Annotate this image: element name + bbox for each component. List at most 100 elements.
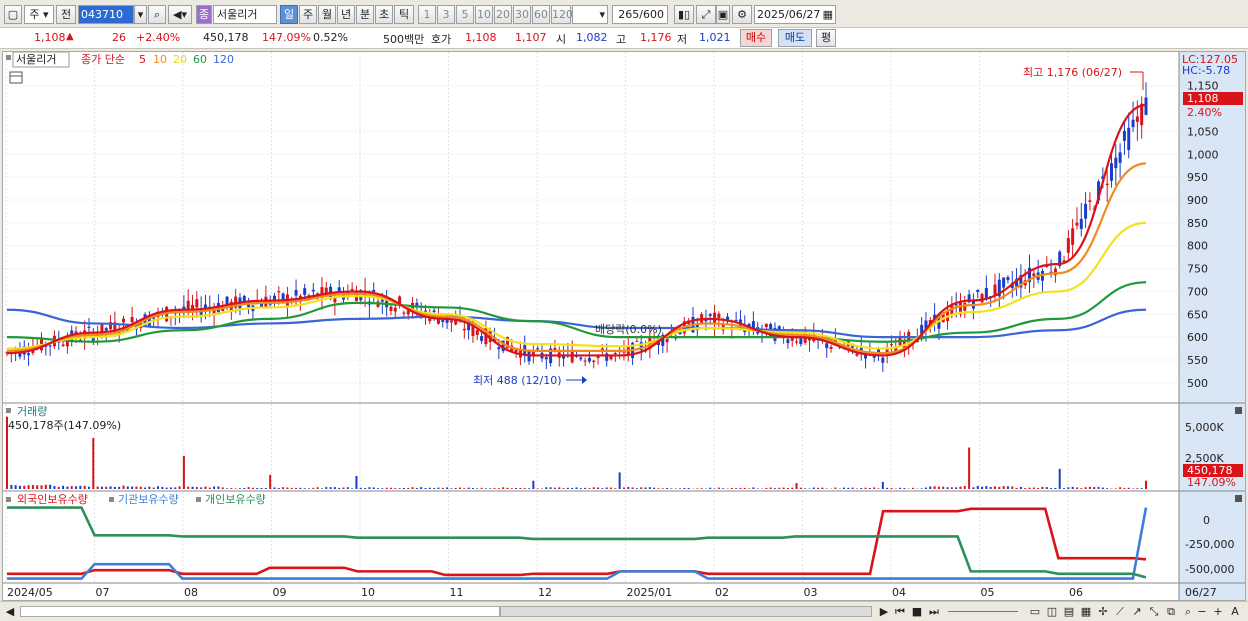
stop-icon[interactable]: ■ — [910, 604, 924, 619]
volume-bar — [834, 487, 837, 489]
scroll-left-icon[interactable]: ◀ — [4, 604, 16, 619]
candle-type-icon[interactable]: ▮▯ — [674, 5, 694, 24]
volume-bar — [463, 488, 466, 489]
volume-bar — [998, 486, 1001, 489]
volume-bar — [230, 488, 233, 489]
tab-year[interactable]: 년 — [337, 5, 355, 24]
tab-day[interactable]: 일 — [280, 5, 298, 24]
grid-icon[interactable]: ▦ — [1079, 604, 1093, 619]
interval-3[interactable]: 3 — [437, 5, 455, 24]
interval-1[interactable]: 1 — [418, 5, 436, 24]
hc-label: HC:-5.78 — [1182, 64, 1230, 77]
volume-bar — [743, 487, 746, 489]
speaker-icon[interactable]: ◀▾ — [168, 5, 192, 24]
legend-institution: 기관보유수량 — [118, 493, 179, 506]
volume-bar — [622, 487, 625, 489]
table-toggle-icon[interactable] — [9, 71, 23, 84]
date-field[interactable]: 2025/06/27 ▦ — [754, 5, 836, 24]
chart-area[interactable]: 1,150 1,050 1,000 950 900 850 800 750 700 650 600 5… — [2, 51, 1246, 601]
calendar-icon[interactable]: ▦ — [823, 6, 833, 23]
hold-tick-500k: -500,000 — [1185, 563, 1234, 576]
volume-bar — [631, 487, 634, 489]
x-axis-label: 11 — [450, 586, 464, 599]
volume-bar — [1123, 488, 1126, 489]
zoom-out-icon[interactable]: − — [1196, 604, 1208, 619]
legend-individual: 개인보유수량 — [205, 493, 266, 506]
stock-code-input[interactable]: 043710 — [78, 5, 134, 24]
interval-custom-select[interactable]: ▾ — [572, 5, 608, 24]
text-icon[interactable]: A — [1228, 604, 1242, 619]
tab-tick[interactable]: 틱 — [394, 5, 414, 24]
quote-info-bar: 1,108 ▲ 26 +2.40% 450,178 147.09% 0.52% … — [0, 28, 1248, 49]
forward-icon[interactable]: ⏭ — [927, 604, 941, 619]
legend-ma10: 10 — [153, 53, 167, 66]
candle-body — [303, 288, 307, 295]
candle-body — [1105, 183, 1109, 186]
stock-chart-svg[interactable]: 1,1501,0501,0009509008508007507006506005… — [3, 51, 1245, 600]
volume-bar — [1088, 486, 1091, 489]
volume-bar — [510, 488, 513, 489]
volume-bar — [756, 488, 759, 489]
draw-tool-icon[interactable]: ⤡ — [1147, 604, 1161, 619]
zoom-in-icon[interactable]: + — [1212, 604, 1224, 619]
price-tick-label: 850 — [1187, 217, 1208, 230]
search-icon[interactable]: ⌕ — [148, 5, 166, 24]
tab-minute[interactable]: 분 — [356, 5, 374, 24]
crosshair-icon[interactable]: ✢ — [1096, 604, 1110, 619]
layout-icon-2[interactable]: ▤ — [1062, 604, 1076, 619]
interval-30[interactable]: 30 — [513, 5, 531, 24]
volume-panel-close-icon[interactable] — [1235, 407, 1242, 414]
draw-trend-icon[interactable]: ↗ — [1130, 604, 1144, 619]
draw-line-icon[interactable]: ⟋ — [1113, 604, 1127, 619]
volume-bar — [83, 485, 86, 489]
sell-button[interactable]: 매도 — [778, 29, 812, 47]
type-select[interactable]: 주 ▾ — [24, 5, 54, 24]
interval-120[interactable]: 120 — [551, 5, 573, 24]
volume-bar — [131, 486, 134, 489]
volume-bar — [717, 487, 720, 489]
buy-button[interactable]: 매수 — [740, 29, 772, 47]
volume-bar — [955, 487, 958, 489]
scroll-right-icon[interactable]: ▶ — [878, 604, 890, 619]
volume-bar — [519, 488, 522, 489]
count-field[interactable]: 265/600 — [612, 5, 668, 24]
save-icon[interactable]: ▣ — [716, 5, 730, 24]
rewind-icon[interactable]: ⏮ — [893, 604, 907, 619]
type-button[interactable]: 전 — [56, 5, 76, 24]
window-icon[interactable]: ▭ — [1028, 604, 1042, 619]
volume-bar — [584, 487, 587, 489]
interval-5[interactable]: 5 — [456, 5, 474, 24]
volume-bar — [963, 486, 966, 489]
candle-body — [294, 289, 298, 296]
gear-icon[interactable]: ⚙ — [732, 5, 752, 24]
candle-body — [825, 343, 829, 349]
scroll-track[interactable] — [20, 606, 500, 617]
interval-60[interactable]: 60 — [532, 5, 550, 24]
average-button[interactable]: 평 — [816, 29, 836, 47]
zoom-icon[interactable]: ⌕ — [1181, 604, 1195, 619]
stock-name-field[interactable]: 서울리거 — [213, 5, 277, 24]
volume-bar — [959, 486, 962, 489]
candle-body — [462, 328, 466, 331]
interval-10[interactable]: 10 — [475, 5, 493, 24]
candle-body — [48, 345, 52, 347]
indicator-icon[interactable]: ⤢ — [696, 5, 716, 24]
volume-bar — [532, 480, 535, 489]
interval-20[interactable]: 20 — [494, 5, 512, 24]
speed-slider[interactable] — [948, 611, 1018, 612]
code-dropdown-icon[interactable]: ▾ — [134, 5, 147, 24]
split-icon[interactable]: ◫ — [1045, 604, 1059, 619]
tab-week[interactable]: 주 — [299, 5, 317, 24]
holdings-panel-close-icon[interactable] — [1235, 495, 1242, 502]
volume-bar — [394, 488, 397, 489]
volume-bar — [748, 488, 751, 489]
tab-second[interactable]: 초 — [375, 5, 393, 24]
volume-bar — [87, 486, 90, 489]
tab-month[interactable]: 월 — [318, 5, 336, 24]
volume-bar — [226, 488, 229, 489]
copy-icon[interactable]: ⧉ — [1164, 604, 1178, 619]
scroll-thumb[interactable] — [500, 606, 872, 617]
volume-bar — [1067, 487, 1070, 489]
layout-icon[interactable]: ▢ — [4, 5, 22, 24]
bottom-scroll-bar: ◀ ▶ ⏮ ■ ⏭ ▭ ◫ ▤ ▦ ✢ ⟋ ↗ ⤡ ⧉ ⌕ − + A — [0, 601, 1248, 621]
